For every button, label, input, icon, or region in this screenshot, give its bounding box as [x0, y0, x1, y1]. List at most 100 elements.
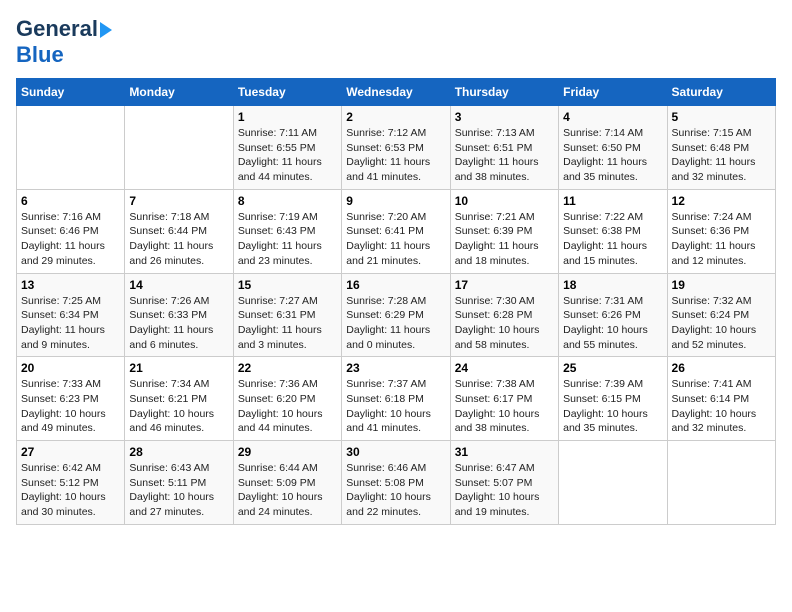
day-number: 19 [672, 278, 771, 292]
logo-blue: Blue [16, 42, 64, 67]
calendar-header-cell: Wednesday [342, 79, 450, 106]
calendar-week-row: 13 Sunrise: 7:25 AM Sunset: 6:34 PM Dayli… [17, 273, 776, 357]
calendar-cell: 25Sunrise: 7:39 AM Sunset: 6:15 PM Dayli… [559, 357, 667, 441]
day-number: 3 [455, 110, 554, 124]
calendar-cell: 9 Sunrise: 7:20 AM Sunset: 6:41 PM Daylig… [342, 189, 450, 273]
day-number: 9 [346, 194, 445, 208]
calendar-cell: 11Sunrise: 7:22 AM Sunset: 6:38 PM Dayli… [559, 189, 667, 273]
day-number: 24 [455, 361, 554, 375]
calendar-header-row: SundayMondayTuesdayWednesdayThursdayFrid… [17, 79, 776, 106]
day-number: 23 [346, 361, 445, 375]
calendar-header-cell: Saturday [667, 79, 775, 106]
calendar-cell: 13 Sunrise: 7:25 AM Sunset: 6:34 PM Dayli… [17, 273, 125, 357]
day-number: 7 [129, 194, 228, 208]
calendar-cell [559, 441, 667, 525]
day-number: 22 [238, 361, 337, 375]
day-info: Sunrise: 7:28 AM Sunset: 6:29 PM Dayligh… [346, 294, 445, 353]
calendar-cell: 2Sunrise: 7:12 AM Sunset: 6:53 PM Daylig… [342, 106, 450, 190]
day-info: Sunrise: 7:18 AM Sunset: 6:44 PM Dayligh… [129, 210, 228, 269]
calendar-header-cell: Sunday [17, 79, 125, 106]
calendar-cell: 1 Sunrise: 7:11 AM Sunset: 6:55 PM Daylig… [233, 106, 341, 190]
calendar-header-cell: Tuesday [233, 79, 341, 106]
calendar-header-cell: Monday [125, 79, 233, 106]
day-number: 14 [129, 278, 228, 292]
day-number: 1 [238, 110, 337, 124]
day-number: 28 [129, 445, 228, 459]
calendar-cell: 15 Sunrise: 7:27 AM Sunset: 6:31 PM Dayli… [233, 273, 341, 357]
day-number: 25 [563, 361, 662, 375]
day-info: Sunrise: 7:30 AM Sunset: 6:28 PM Dayligh… [455, 294, 554, 353]
day-info: Sunrise: 7:31 AM Sunset: 6:26 PM Dayligh… [563, 294, 662, 353]
calendar-cell: 3Sunrise: 7:13 AM Sunset: 6:51 PM Daylig… [450, 106, 558, 190]
day-info: Sunrise: 7:41 AM Sunset: 6:14 PM Dayligh… [672, 377, 771, 436]
day-number: 17 [455, 278, 554, 292]
day-number: 21 [129, 361, 228, 375]
calendar-cell: 27 Sunrise: 6:42 AM Sunset: 5:12 PM Dayli… [17, 441, 125, 525]
day-number: 10 [455, 194, 554, 208]
calendar-cell: 23 Sunrise: 7:37 AM Sunset: 6:18 PM Dayli… [342, 357, 450, 441]
calendar-cell: 18 Sunrise: 7:31 AM Sunset: 6:26 PM Dayli… [559, 273, 667, 357]
calendar-cell: 29 Sunrise: 6:44 AM Sunset: 5:09 PM Dayli… [233, 441, 341, 525]
day-number: 4 [563, 110, 662, 124]
calendar-cell: 5 Sunrise: 7:15 AM Sunset: 6:48 PM Daylig… [667, 106, 775, 190]
day-info: Sunrise: 7:26 AM Sunset: 6:33 PM Dayligh… [129, 294, 228, 353]
day-number: 18 [563, 278, 662, 292]
day-number: 29 [238, 445, 337, 459]
day-info: Sunrise: 7:34 AM Sunset: 6:21 PM Dayligh… [129, 377, 228, 436]
calendar-cell: 17 Sunrise: 7:30 AM Sunset: 6:28 PM Dayli… [450, 273, 558, 357]
day-info: Sunrise: 6:43 AM Sunset: 5:11 PM Dayligh… [129, 461, 228, 520]
day-number: 31 [455, 445, 554, 459]
day-number: 5 [672, 110, 771, 124]
day-number: 16 [346, 278, 445, 292]
calendar-body: 1 Sunrise: 7:11 AM Sunset: 6:55 PM Daylig… [17, 106, 776, 525]
calendar-cell: 30Sunrise: 6:46 AM Sunset: 5:08 PM Dayli… [342, 441, 450, 525]
calendar-cell: 4Sunrise: 7:14 AM Sunset: 6:50 PM Daylig… [559, 106, 667, 190]
day-info: Sunrise: 7:27 AM Sunset: 6:31 PM Dayligh… [238, 294, 337, 353]
calendar-cell: 28 Sunrise: 6:43 AM Sunset: 5:11 PM Dayli… [125, 441, 233, 525]
calendar-cell: 24 Sunrise: 7:38 AM Sunset: 6:17 PM Dayli… [450, 357, 558, 441]
day-info: Sunrise: 7:20 AM Sunset: 6:41 PM Dayligh… [346, 210, 445, 269]
calendar-cell: 26 Sunrise: 7:41 AM Sunset: 6:14 PM Dayli… [667, 357, 775, 441]
day-number: 8 [238, 194, 337, 208]
logo-text: General [16, 16, 98, 42]
calendar-table: SundayMondayTuesdayWednesdayThursdayFrid… [16, 78, 776, 525]
day-info: Sunrise: 7:38 AM Sunset: 6:17 PM Dayligh… [455, 377, 554, 436]
day-info: Sunrise: 7:24 AM Sunset: 6:36 PM Dayligh… [672, 210, 771, 269]
day-number: 30 [346, 445, 445, 459]
day-info: Sunrise: 7:25 AM Sunset: 6:34 PM Dayligh… [21, 294, 120, 353]
day-info: Sunrise: 7:33 AM Sunset: 6:23 PM Dayligh… [21, 377, 120, 436]
calendar-cell: 31 Sunrise: 6:47 AM Sunset: 5:07 PM Dayli… [450, 441, 558, 525]
calendar-week-row: 6 Sunrise: 7:16 AM Sunset: 6:46 PM Daylig… [17, 189, 776, 273]
calendar-cell: 22 Sunrise: 7:36 AM Sunset: 6:20 PM Dayli… [233, 357, 341, 441]
day-number: 12 [672, 194, 771, 208]
calendar-cell: 6 Sunrise: 7:16 AM Sunset: 6:46 PM Daylig… [17, 189, 125, 273]
day-info: Sunrise: 7:11 AM Sunset: 6:55 PM Dayligh… [238, 126, 337, 185]
calendar-week-row: 27 Sunrise: 6:42 AM Sunset: 5:12 PM Dayli… [17, 441, 776, 525]
calendar-cell: 12 Sunrise: 7:24 AM Sunset: 6:36 PM Dayli… [667, 189, 775, 273]
day-info: Sunrise: 6:47 AM Sunset: 5:07 PM Dayligh… [455, 461, 554, 520]
calendar-cell: 20Sunrise: 7:33 AM Sunset: 6:23 PM Dayli… [17, 357, 125, 441]
day-info: Sunrise: 6:42 AM Sunset: 5:12 PM Dayligh… [21, 461, 120, 520]
calendar-cell: 16 Sunrise: 7:28 AM Sunset: 6:29 PM Dayli… [342, 273, 450, 357]
day-info: Sunrise: 7:19 AM Sunset: 6:43 PM Dayligh… [238, 210, 337, 269]
day-number: 6 [21, 194, 120, 208]
calendar-cell [125, 106, 233, 190]
calendar-cell: 10 Sunrise: 7:21 AM Sunset: 6:39 PM Dayli… [450, 189, 558, 273]
day-info: Sunrise: 7:32 AM Sunset: 6:24 PM Dayligh… [672, 294, 771, 353]
day-info: Sunrise: 7:16 AM Sunset: 6:46 PM Dayligh… [21, 210, 120, 269]
calendar-week-row: 20Sunrise: 7:33 AM Sunset: 6:23 PM Dayli… [17, 357, 776, 441]
logo: General Blue [16, 16, 112, 68]
day-info: Sunrise: 7:21 AM Sunset: 6:39 PM Dayligh… [455, 210, 554, 269]
day-number: 15 [238, 278, 337, 292]
day-info: Sunrise: 7:36 AM Sunset: 6:20 PM Dayligh… [238, 377, 337, 436]
day-info: Sunrise: 7:37 AM Sunset: 6:18 PM Dayligh… [346, 377, 445, 436]
page-header: General Blue [16, 16, 776, 68]
day-number: 27 [21, 445, 120, 459]
day-number: 13 [21, 278, 120, 292]
calendar-week-row: 1 Sunrise: 7:11 AM Sunset: 6:55 PM Daylig… [17, 106, 776, 190]
day-number: 26 [672, 361, 771, 375]
calendar-header-cell: Thursday [450, 79, 558, 106]
day-info: Sunrise: 7:15 AM Sunset: 6:48 PM Dayligh… [672, 126, 771, 185]
day-info: Sunrise: 6:44 AM Sunset: 5:09 PM Dayligh… [238, 461, 337, 520]
calendar-cell: 8 Sunrise: 7:19 AM Sunset: 6:43 PM Daylig… [233, 189, 341, 273]
